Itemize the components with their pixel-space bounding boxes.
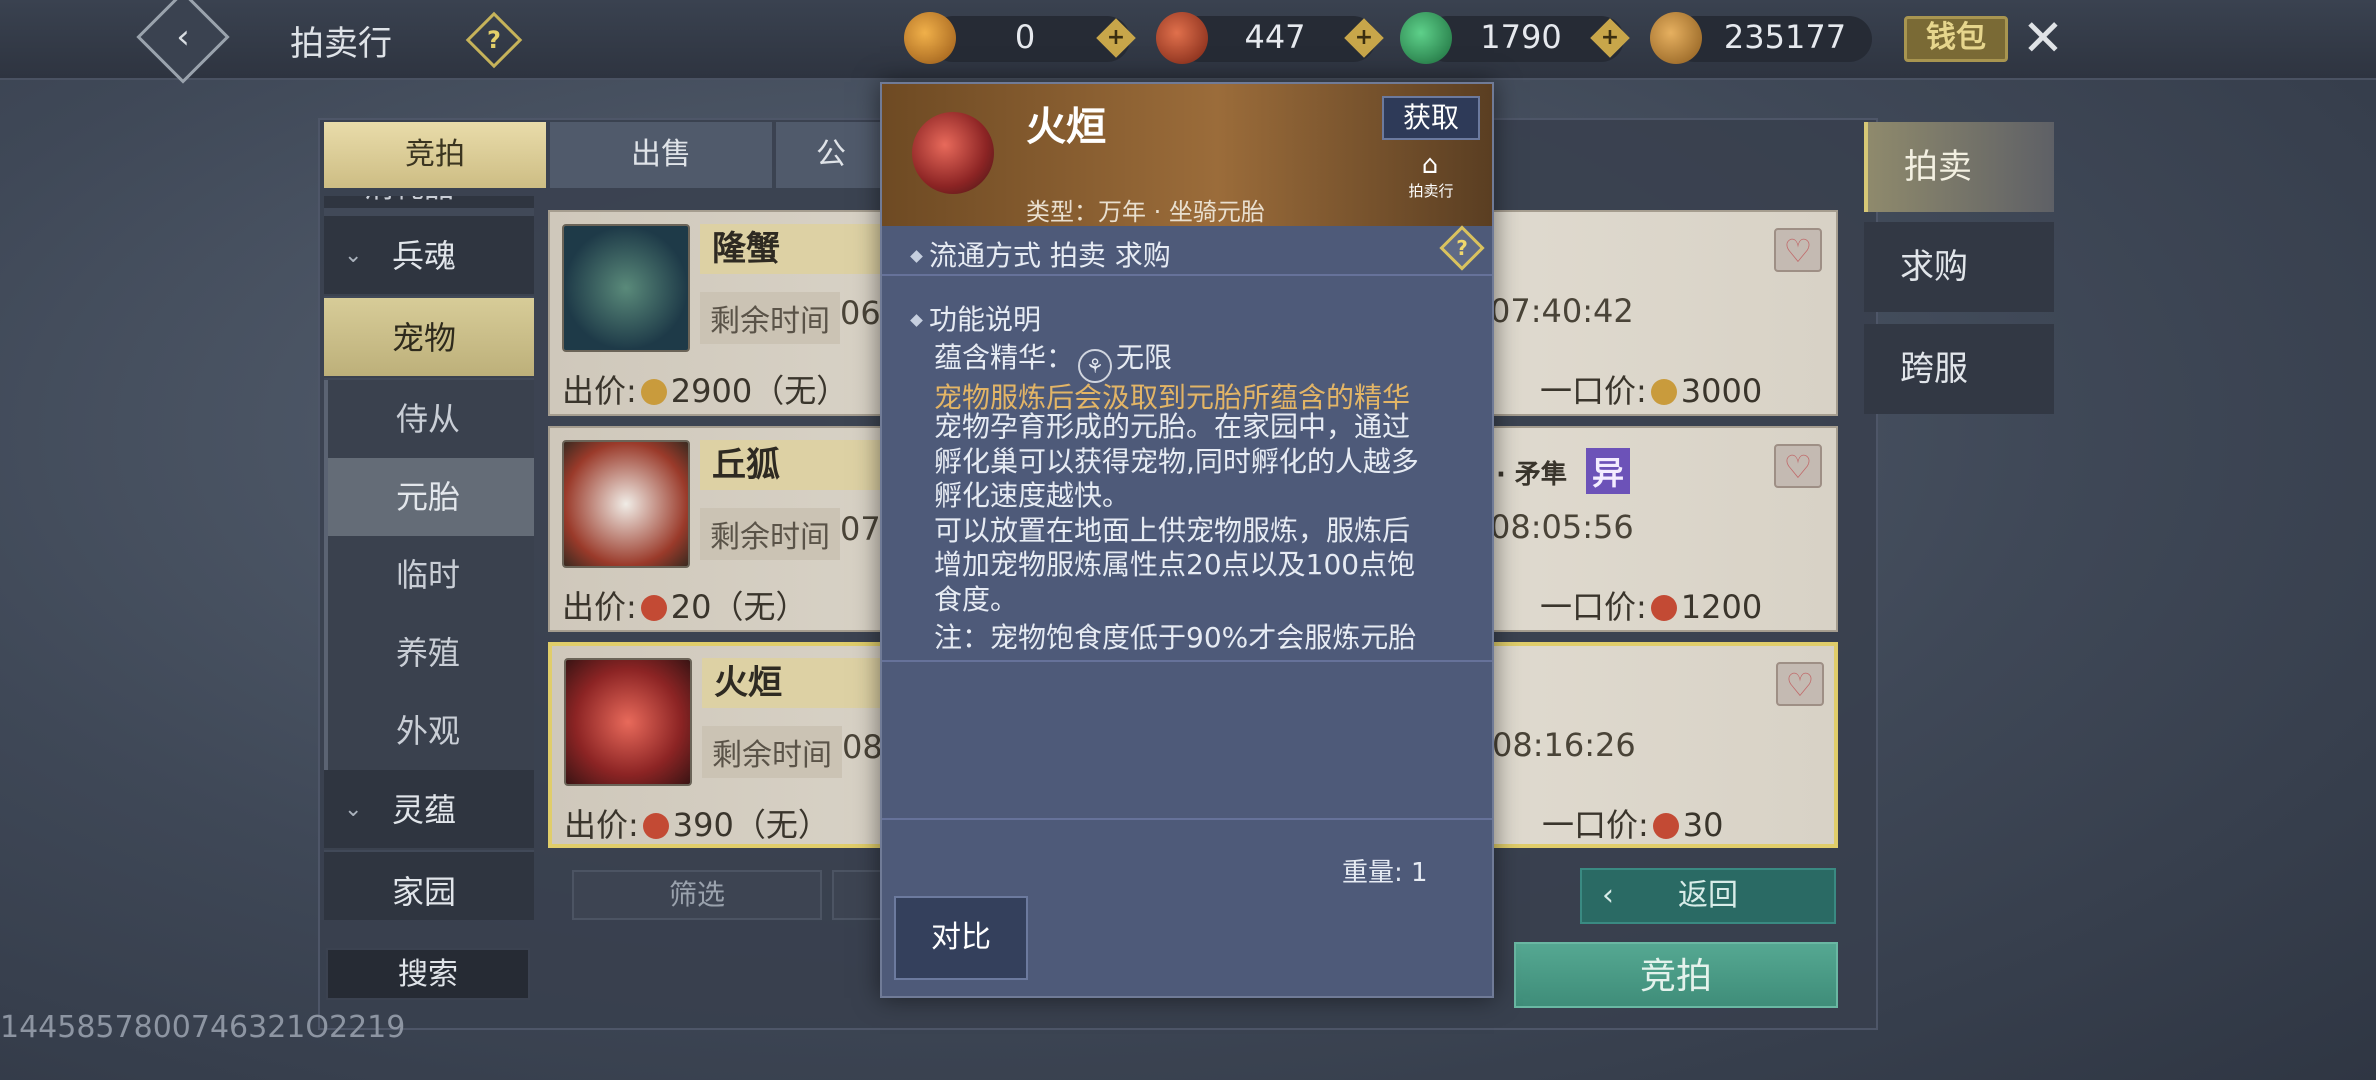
category-appearance[interactable]: 外观: [324, 692, 534, 770]
user-id: 1445857800746321O2219: [0, 1010, 406, 1045]
item-extra: · 矛隼: [1496, 460, 1567, 490]
divider: [882, 274, 1492, 276]
item-description: 宠物孕育形成的元胎。在家园中，通过 孵化巢可以获得宠物,同时孵化的人越多 孵化速…: [934, 410, 1419, 616]
remaining-time: 08:05:56: [1490, 508, 1634, 546]
wallet-button[interactable]: 钱包: [1904, 16, 2008, 62]
add-currency-1-button[interactable]: +: [1096, 18, 1136, 58]
item-name: 丘狐: [700, 440, 880, 490]
category-weapon-soul[interactable]: ⌄ 兵魂: [324, 216, 534, 296]
tab-public[interactable]: 公: [776, 122, 886, 188]
category-home[interactable]: 家园: [324, 852, 534, 920]
auction-house-label[interactable]: 拍卖行: [1396, 180, 1466, 201]
compare-button[interactable]: 对比: [894, 896, 1028, 980]
category-list: 消耗品 ⌄兵魂 宠物 侍从 元胎 临时 养殖 外观 ⌄灵蕴 家园: [324, 196, 534, 920]
item-detail-popup: 火烜 类型：万年 · 坐骑元胎 获取 ⌂ 拍卖行 流通方式 拍卖 求购 ? 功能…: [880, 82, 1494, 998]
remaining-time: 08:16:26: [1492, 726, 1636, 764]
category-consumables[interactable]: 消耗品: [324, 196, 534, 208]
gold-ingot-icon: [1650, 12, 1702, 64]
currency-value-3: 1790: [1480, 18, 1562, 56]
buyout-price: 一口价: 1200: [1540, 588, 1763, 626]
bid-button[interactable]: 竞拍: [1514, 942, 1838, 1008]
help-icon[interactable]: ?: [1439, 225, 1485, 271]
rarity-badge: 异: [1586, 448, 1631, 494]
bid-price: 出价: 2900（无）: [562, 372, 849, 410]
category-breeding[interactable]: 养殖: [324, 614, 534, 692]
close-icon[interactable]: ✕: [2018, 8, 2068, 68]
circulation-row: 流通方式 拍卖 求购: [910, 234, 1171, 274]
section-title: 功能说明: [910, 298, 1041, 338]
coin-icon: [1652, 813, 1679, 839]
chevron-down-icon: ⌄: [344, 243, 363, 268]
buyout-price: 一口价: 3000: [1540, 372, 1763, 410]
heart-icon[interactable]: ♡: [1774, 228, 1822, 272]
fox-item-icon: [562, 440, 690, 568]
category-pet[interactable]: 宠物: [324, 298, 534, 378]
category-attendant[interactable]: 侍从: [324, 380, 534, 458]
coin-icon: [640, 595, 667, 621]
tab-buy-request[interactable]: 求购: [1864, 222, 2054, 312]
currency-value-1: 0: [1014, 18, 1036, 56]
get-button[interactable]: 获取: [1382, 96, 1480, 140]
popup-item-name: 火烜: [1026, 104, 1106, 150]
popup-item-type: 类型：万年 · 坐骑元胎: [1026, 198, 1265, 226]
category-spirit[interactable]: ⌄ 灵蕴: [324, 770, 534, 850]
tab-cross-server[interactable]: 跨服: [1864, 324, 2054, 414]
chevron-left-icon: ‹: [176, 17, 190, 57]
heart-icon[interactable]: ♡: [1776, 662, 1824, 706]
time-label: 剩余时间: [702, 726, 842, 778]
item-name: 火烜: [702, 658, 882, 708]
category-embryo[interactable]: 元胎: [324, 458, 534, 536]
currency-value-2: 447: [1244, 18, 1306, 56]
item-weight: 重量: 1: [1342, 858, 1428, 888]
coin-icon: [640, 379, 667, 405]
chevron-left-icon: ‹: [1602, 878, 1614, 913]
embryo-item-icon: [564, 658, 692, 786]
coin-icon: [642, 813, 669, 839]
return-button[interactable]: ‹ 返回: [1580, 868, 1836, 924]
jade-icon: [1400, 12, 1452, 64]
item-note: 注：宠物饱食度低于90%才会服炼元胎: [934, 621, 1417, 654]
bid-price: 出价: 390（无）: [564, 806, 830, 844]
search-button[interactable]: 搜索: [326, 948, 530, 1000]
category-temporary[interactable]: 临时: [324, 536, 534, 614]
filter-button[interactable]: 筛选: [572, 870, 822, 920]
add-currency-3-button[interactable]: +: [1590, 18, 1630, 58]
coin-icon: [1650, 379, 1677, 405]
page-title: 拍卖行: [290, 24, 392, 64]
remaining-time: 07:40:42: [1490, 292, 1634, 330]
currency-value-4: 235177: [1723, 18, 1847, 56]
bid-price: 出价: 20（无）: [562, 588, 808, 626]
heart-icon[interactable]: ♡: [1774, 444, 1822, 488]
embryo-item-icon: [912, 112, 994, 194]
add-currency-2-button[interactable]: +: [1344, 18, 1384, 58]
time-label: 剩余时间: [700, 508, 840, 560]
item-name: 隆蟹: [700, 224, 880, 274]
tab-sell[interactable]: 出售: [550, 122, 772, 188]
yellow-token-icon: [904, 12, 956, 64]
tab-auction[interactable]: 拍卖: [1864, 122, 2054, 212]
coin-icon: [1650, 595, 1677, 621]
buyout-price: 一口价: 30: [1542, 806, 1724, 844]
time-label: 剩余时间: [700, 292, 840, 344]
tab-bid[interactable]: 竞拍: [324, 122, 546, 188]
divider: [882, 818, 1492, 820]
divider: [882, 660, 1492, 662]
chevron-down-icon: ⌄: [344, 797, 363, 822]
crab-item-icon: [562, 224, 690, 352]
